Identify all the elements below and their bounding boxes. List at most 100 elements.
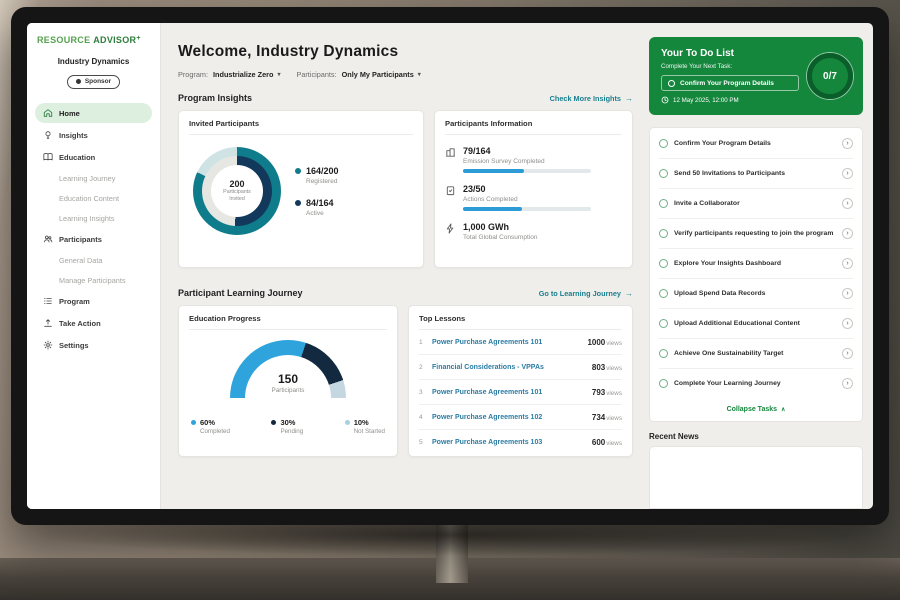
lesson-link[interactable]: Financial Considerations - VPPAs (432, 364, 586, 371)
sidebar-item-settings[interactable]: Settings (35, 335, 152, 355)
sidebar-item-home[interactable]: Home (35, 103, 152, 123)
info-row-global-consumption: 1,000 GWh Total Global Consumption (445, 222, 622, 241)
sidebar-item-label: Insights (59, 131, 88, 140)
arrow-right-icon: → (625, 94, 633, 103)
task-row[interactable]: Upload Spend Data Records › (659, 279, 853, 309)
badge-wrap: Sponsor (35, 71, 152, 89)
task-checkbox-icon[interactable] (659, 379, 668, 388)
task-checkbox-icon[interactable] (659, 289, 668, 298)
lesson-link[interactable]: Power Purchase Agreements 101 (432, 339, 581, 346)
main-content: Welcome, Industry Dynamics Program: Indu… (161, 23, 647, 509)
sponsor-icon (76, 79, 81, 84)
program-insights-section-header: Program Insights Check More Insights → (178, 93, 633, 103)
recent-news-title: Recent News (649, 432, 863, 441)
task-row[interactable]: Send 50 Invitations to Participants › (659, 159, 853, 189)
education-gauge-wrap: 150 Participants (230, 340, 346, 414)
task-checkbox-icon[interactable] (659, 139, 668, 148)
collapse-tasks-button[interactable]: Collapse Tasks ∧ (659, 398, 853, 417)
task-chevron-icon[interactable]: › (842, 168, 853, 179)
screen: RESOURCE ADVISOR+ Industry Dynamics Spon… (27, 23, 873, 509)
sponsor-badge[interactable]: Sponsor (67, 75, 120, 89)
logo-plus: + (136, 35, 140, 42)
task-checkbox-icon[interactable] (659, 349, 668, 358)
sidebar-item-manage-participants[interactable]: Manage Participants (35, 271, 152, 289)
task-row[interactable]: Upload Additional Educational Content › (659, 309, 853, 339)
task-chevron-icon[interactable]: › (842, 228, 853, 239)
checkbox-icon[interactable] (668, 80, 675, 87)
info-row-emission-survey: 79/164 Emission Survey Completed (445, 146, 622, 173)
lesson-views: 600views (592, 438, 622, 447)
monitor-bezel: RESOURCE ADVISOR+ Industry Dynamics Spon… (11, 7, 889, 525)
invited-donut-inner: 200 Participants Invited (202, 156, 272, 226)
task-checkbox-icon[interactable] (659, 319, 668, 328)
emission-progress-bar (463, 169, 591, 173)
program-select-value: Industrialize Zero (213, 70, 273, 79)
lesson-row: 3 Power Purchase Agreements 101 793views (419, 380, 622, 405)
task-row[interactable]: Invite a Collaborator › (659, 189, 853, 219)
sidebar: RESOURCE ADVISOR+ Industry Dynamics Spon… (27, 23, 161, 509)
sidebar-item-label: Home (59, 109, 80, 118)
sidebar-item-learning-journey[interactable]: Learning Journey (35, 169, 152, 187)
go-to-learning-journey-link[interactable]: Go to Learning Journey → (539, 289, 633, 298)
legend-item-active: 84/164 Active (295, 198, 339, 217)
sidebar-item-general-data[interactable]: General Data (35, 251, 152, 269)
lesson-link[interactable]: Power Purchase Agreements 101 (432, 389, 586, 396)
filters-bar: Program: Industrialize Zero ▾ Participan… (178, 70, 633, 79)
todo-due: 12 May 2025, 12:00 PM (661, 96, 799, 104)
actions-progress-bar (463, 207, 591, 211)
sidebar-item-insights[interactable]: Insights (35, 125, 152, 145)
sidebar-item-label: Program (59, 297, 90, 306)
task-chevron-icon[interactable]: › (842, 318, 853, 329)
clock-icon (661, 96, 669, 104)
invited-center-value: 200 (229, 179, 244, 189)
task-chevron-icon[interactable]: › (842, 198, 853, 209)
upload-icon (43, 318, 53, 328)
task-checkbox-icon[interactable] (659, 259, 668, 268)
program-select[interactable]: Industrialize Zero ▾ (213, 70, 280, 79)
lesson-link[interactable]: Power Purchase Agreements 102 (432, 414, 586, 421)
participants-information-card: Participants Information 79/164 Emission… (434, 110, 633, 268)
sidebar-item-program[interactable]: Program (35, 291, 152, 311)
learning-journey-section-header: Participant Learning Journey Go to Learn… (178, 288, 633, 298)
task-chevron-icon[interactable]: › (842, 138, 853, 149)
task-chevron-icon[interactable]: › (842, 288, 853, 299)
legend-item-registered: 164/200 Registered (295, 166, 339, 185)
program-filter-label: Program: (178, 70, 208, 79)
check-more-insights-link[interactable]: Check More Insights → (550, 94, 633, 103)
sidebar-item-label: Education (59, 153, 95, 162)
task-chevron-icon[interactable]: › (842, 378, 853, 389)
participants-select[interactable]: Only My Participants ▾ (342, 70, 421, 79)
task-checkbox-icon[interactable] (659, 199, 668, 208)
sidebar-item-education-content[interactable]: Education Content (35, 189, 152, 207)
legend-dot-not-started (345, 420, 350, 425)
invited-legend: 164/200 Registered 84/164 Active (295, 166, 339, 217)
task-row[interactable]: Confirm Your Program Details › (659, 129, 853, 159)
lesson-row: 1 Power Purchase Agreements 101 1000view… (419, 330, 622, 355)
top-lessons-card-title: Top Lessons (419, 314, 622, 330)
sidebar-item-education[interactable]: Education (35, 147, 152, 167)
clipboard-check-icon (445, 185, 456, 196)
legend-dot-active (295, 200, 301, 206)
sidebar-item-participants[interactable]: Participants (35, 229, 152, 249)
home-icon (43, 108, 53, 118)
sidebar-nav: Home Insights Education Learning Journey… (35, 103, 152, 355)
sidebar-item-take-action[interactable]: Take Action (35, 313, 152, 333)
sidebar-item-learning-insights[interactable]: Learning Insights (35, 209, 152, 227)
task-chevron-icon[interactable]: › (842, 348, 853, 359)
task-checkbox-icon[interactable] (659, 169, 668, 178)
task-chevron-icon[interactable]: › (842, 258, 853, 269)
org-name: Industry Dynamics (35, 57, 152, 66)
book-icon (43, 152, 53, 162)
legend-dot-registered (295, 168, 301, 174)
lesson-row: 5 Power Purchase Agreements 103 600views (419, 430, 622, 454)
task-checkbox-icon[interactable] (659, 229, 668, 238)
invited-participants-body: 200 Participants Invited 164/200 Registe… (189, 135, 413, 235)
task-row[interactable]: Complete Your Learning Journey › (659, 369, 853, 398)
task-row[interactable]: Achieve One Sustainability Target › (659, 339, 853, 369)
lesson-link[interactable]: Power Purchase Agreements 103 (432, 439, 586, 446)
task-row[interactable]: Verify participants requesting to join t… (659, 219, 853, 249)
todo-next-task[interactable]: Confirm Your Program Details (661, 75, 799, 91)
task-row[interactable]: Explore Your Insights Dashboard › (659, 249, 853, 279)
participants-select-value: Only My Participants (342, 70, 414, 79)
program-insights-cards: Invited Participants 200 Participants In… (178, 110, 633, 268)
